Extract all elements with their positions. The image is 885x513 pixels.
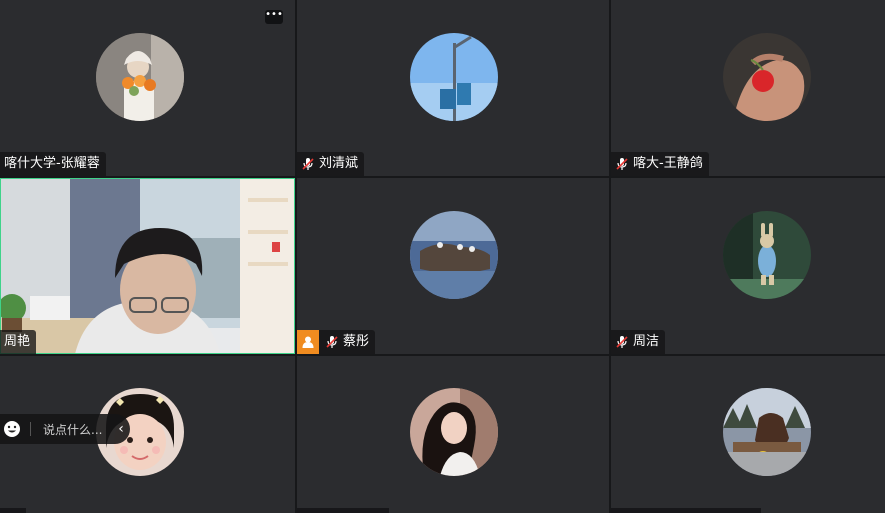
avatar — [410, 211, 498, 299]
participant-name-tag — [611, 508, 761, 513]
participant-tile[interactable]: 刘清斌 — [297, 0, 609, 176]
more-icon: ••• — [265, 9, 283, 20]
participant-name-tag — [0, 508, 26, 513]
more-button[interactable]: ••• — [265, 10, 283, 24]
emoji-icon[interactable] — [2, 419, 22, 439]
participant-name-tag: 喀大-王静鸽 — [611, 152, 709, 176]
avatar — [723, 33, 811, 121]
avatar — [723, 388, 811, 476]
avatar — [410, 388, 498, 476]
host-icon — [297, 330, 319, 354]
divider — [30, 422, 31, 436]
avatar — [96, 33, 184, 121]
avatar — [410, 33, 498, 121]
participant-name-tag: 喀什大学-张耀蓉 — [0, 152, 106, 176]
video-grid: ••• 喀什大学-张耀蓉 刘清斌 喀大-王静鸽 周艳 蔡彤 周洁 说点什么...… — [0, 0, 885, 513]
mic-off-icon — [325, 335, 339, 349]
avatar — [723, 211, 811, 299]
participant-tile[interactable]: ••• 喀什大学-张耀蓉 — [0, 0, 295, 176]
participant-name-tag: 周洁 — [611, 330, 666, 354]
participant-tile[interactable]: 喀大-王静鸽 — [611, 0, 885, 176]
participant-tile[interactable]: 周洁 — [611, 178, 885, 354]
mic-off-icon — [301, 157, 315, 171]
participant-name: 喀大-王静鸽 — [633, 156, 703, 171]
participant-name-tag: 刘清斌 — [297, 152, 365, 176]
participant-name-tag: 周艳 — [0, 330, 37, 354]
participant-name: 刘清斌 — [319, 156, 359, 171]
participant-name: 周洁 — [633, 334, 660, 349]
participant-tile[interactable] — [297, 356, 609, 513]
mic-off-icon — [615, 157, 629, 171]
participant-tile[interactable]: 蔡彤 — [297, 178, 609, 354]
participant-name-tag — [297, 508, 389, 513]
participant-name-tag: 蔡彤 — [297, 330, 376, 354]
participant-name: 周艳 — [4, 334, 31, 349]
chat-input-placeholder[interactable]: 说点什么... — [43, 421, 112, 438]
chat-input-bar[interactable]: 说点什么... ‹ — [0, 414, 130, 444]
active-speaker-frame — [0, 178, 295, 354]
participant-tile[interactable] — [611, 356, 885, 513]
participant-name: 蔡彤 — [343, 334, 370, 349]
chevron-left-icon[interactable]: ‹ — [112, 421, 130, 437]
mic-off-icon — [615, 335, 629, 349]
participant-name: 喀什大学-张耀蓉 — [4, 156, 100, 171]
participant-video-tile[interactable]: 周艳 — [0, 178, 295, 354]
